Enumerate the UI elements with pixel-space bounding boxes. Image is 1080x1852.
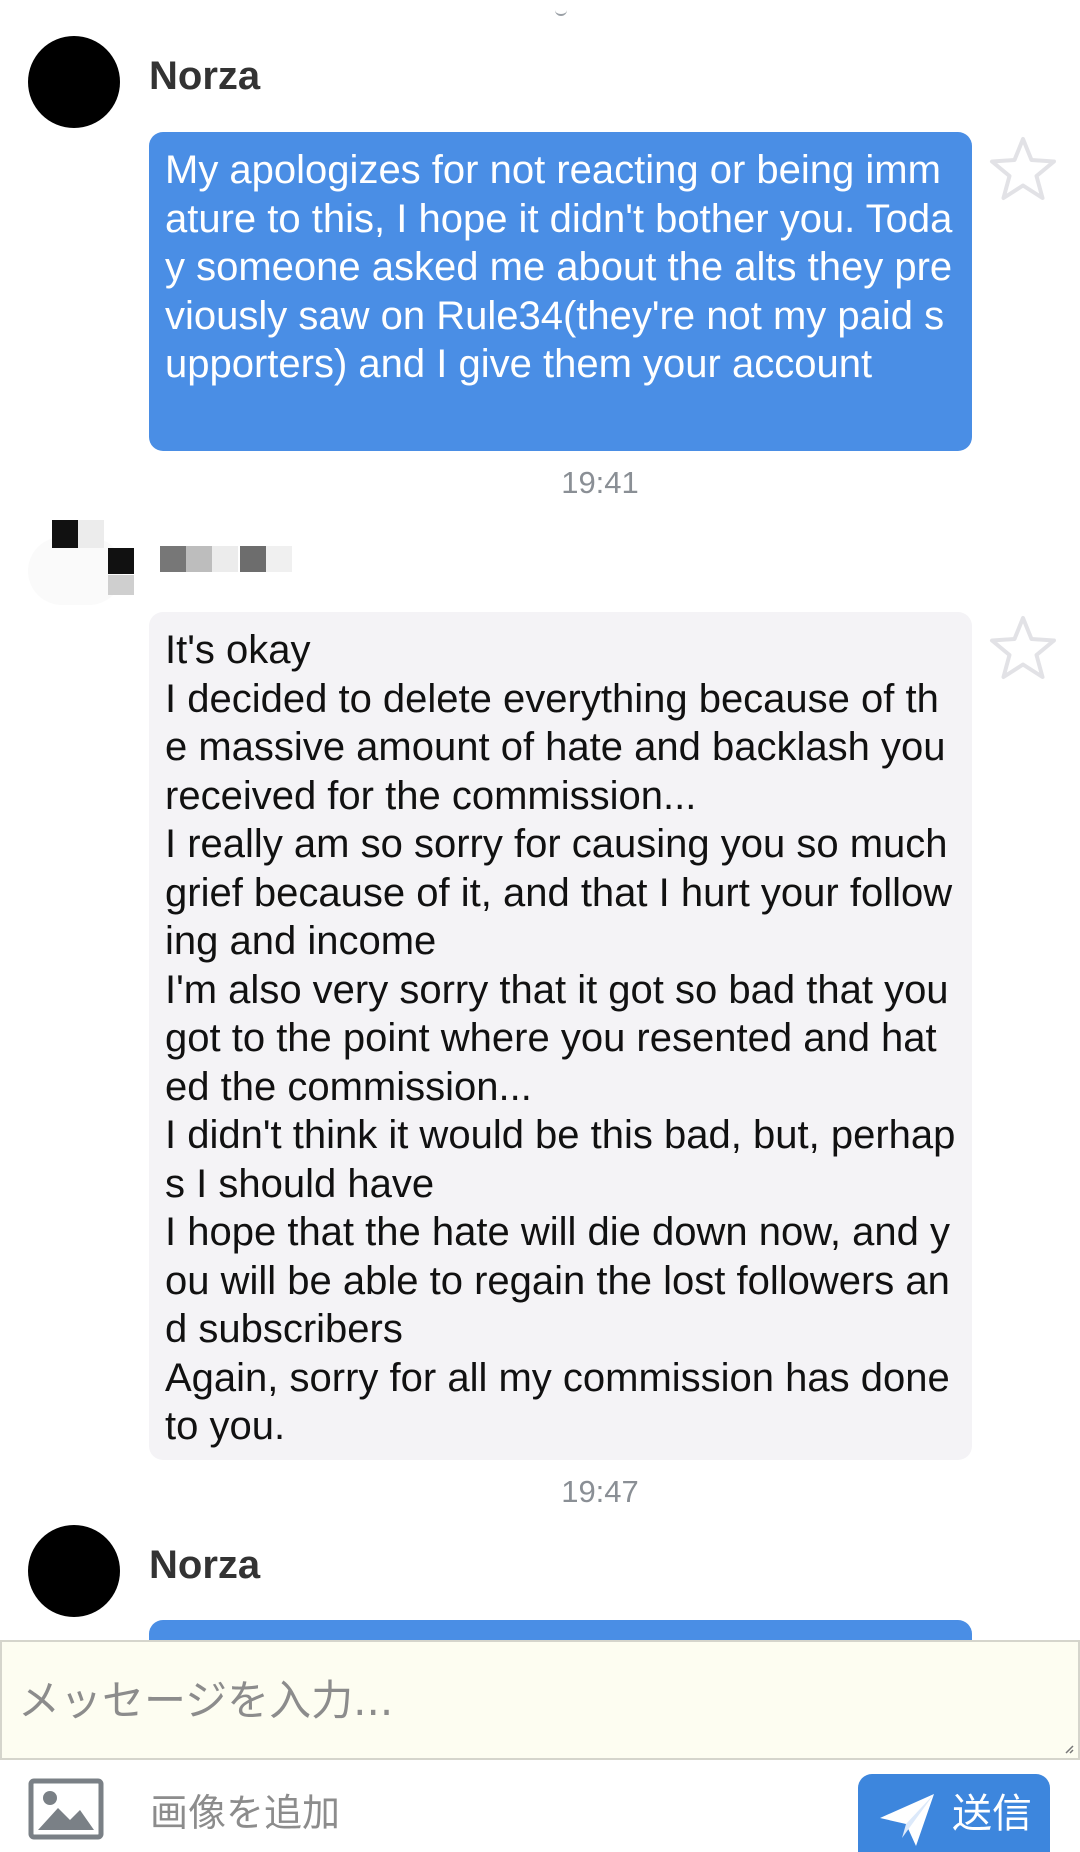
image-icon	[28, 1778, 104, 1840]
send-button[interactable]: 送信	[858, 1774, 1050, 1852]
add-image-button[interactable]: 画像を追加	[28, 1778, 340, 1840]
avatar[interactable]	[28, 1525, 120, 1617]
message-timestamp: 19:47	[561, 1474, 639, 1509]
paper-plane-icon	[880, 1794, 934, 1846]
avatar[interactable]	[24, 515, 144, 610]
star-outline-icon[interactable]	[988, 613, 1058, 683]
message-bubble-sent[interactable]: My apologizes for not reacting or being …	[149, 132, 972, 451]
sender-name: Norza	[149, 54, 261, 98]
message-timestamp: 19:41	[561, 465, 639, 500]
message-input[interactable]	[2, 1642, 1078, 1758]
message-bubble-received[interactable]: It's okay I decided to delete everything…	[149, 612, 972, 1460]
add-image-label: 画像を追加	[150, 1790, 341, 1835]
message-composer	[0, 1640, 1080, 1760]
message-bubble-sent[interactable]	[149, 1620, 972, 1640]
sender-name	[160, 546, 300, 574]
composer-toolbar: 画像を追加 送信	[0, 1760, 1080, 1852]
star-outline-icon[interactable]	[988, 134, 1058, 204]
scroll-indicator	[555, 10, 567, 16]
avatar[interactable]	[28, 36, 120, 128]
message-list[interactable]: Norza My apologizes for not reacting or …	[0, 0, 1080, 1640]
chat-screen: Norza My apologizes for not reacting or …	[0, 0, 1080, 1852]
resize-grip-icon[interactable]	[1064, 1744, 1074, 1754]
send-label: 送信	[952, 1791, 1032, 1837]
sender-name: Norza	[149, 1543, 261, 1587]
